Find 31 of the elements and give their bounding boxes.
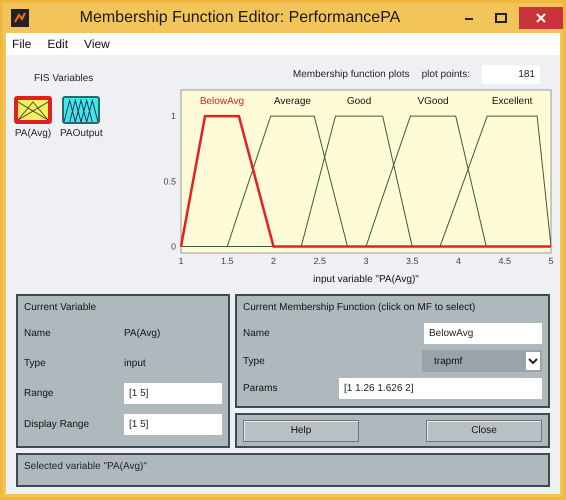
axis-tick-label: 1 [178, 256, 184, 266]
axis-tick-label: 0 [170, 241, 176, 252]
field-label: Name [24, 328, 52, 338]
axis-tick-label: 1 [170, 111, 176, 122]
field-value: PA(Avg) [124, 328, 160, 338]
axis-tick-label: 5 [548, 256, 554, 266]
field-label: plot points: [422, 69, 470, 80]
field-label: Range [24, 388, 54, 399]
field-label: Type [24, 358, 47, 368]
axis-tick-label: 2 [271, 256, 276, 266]
panel-title: Current Membership Function (click on MF to select) [243, 302, 476, 313]
section-label: FIS Variables [34, 73, 94, 84]
field-label: Display Range [24, 419, 90, 430]
axis-tick-label: 4.5 [498, 256, 511, 266]
status-text: Selected variable "PA(Avg)" [24, 461, 148, 472]
axis-tick-label: 3 [364, 256, 368, 266]
axis-label: input variable "PA(Avg)" [313, 274, 419, 285]
axis-tick-label: 2.5 [314, 256, 326, 266]
field-label: Params [243, 383, 278, 394]
panel-title: Current Variable [24, 302, 98, 313]
axis-tick-label: 3.5 [406, 256, 418, 266]
field-label: Name [243, 328, 271, 339]
axis-tick-label: 1.5 [221, 256, 234, 266]
field-value: input [124, 358, 146, 368]
plot-title: Membership function plots [292, 69, 410, 80]
variable-label: PAOutput [60, 128, 103, 139]
field-label: Type [243, 356, 266, 366]
axis-tick-label: 4 [456, 256, 461, 266]
variable-label: PA(Avg) [14, 128, 52, 139]
window-title: Membership Function Editor: PerformancePA [78, 9, 402, 27]
axis-tick-label: 0.5 [163, 176, 176, 186]
